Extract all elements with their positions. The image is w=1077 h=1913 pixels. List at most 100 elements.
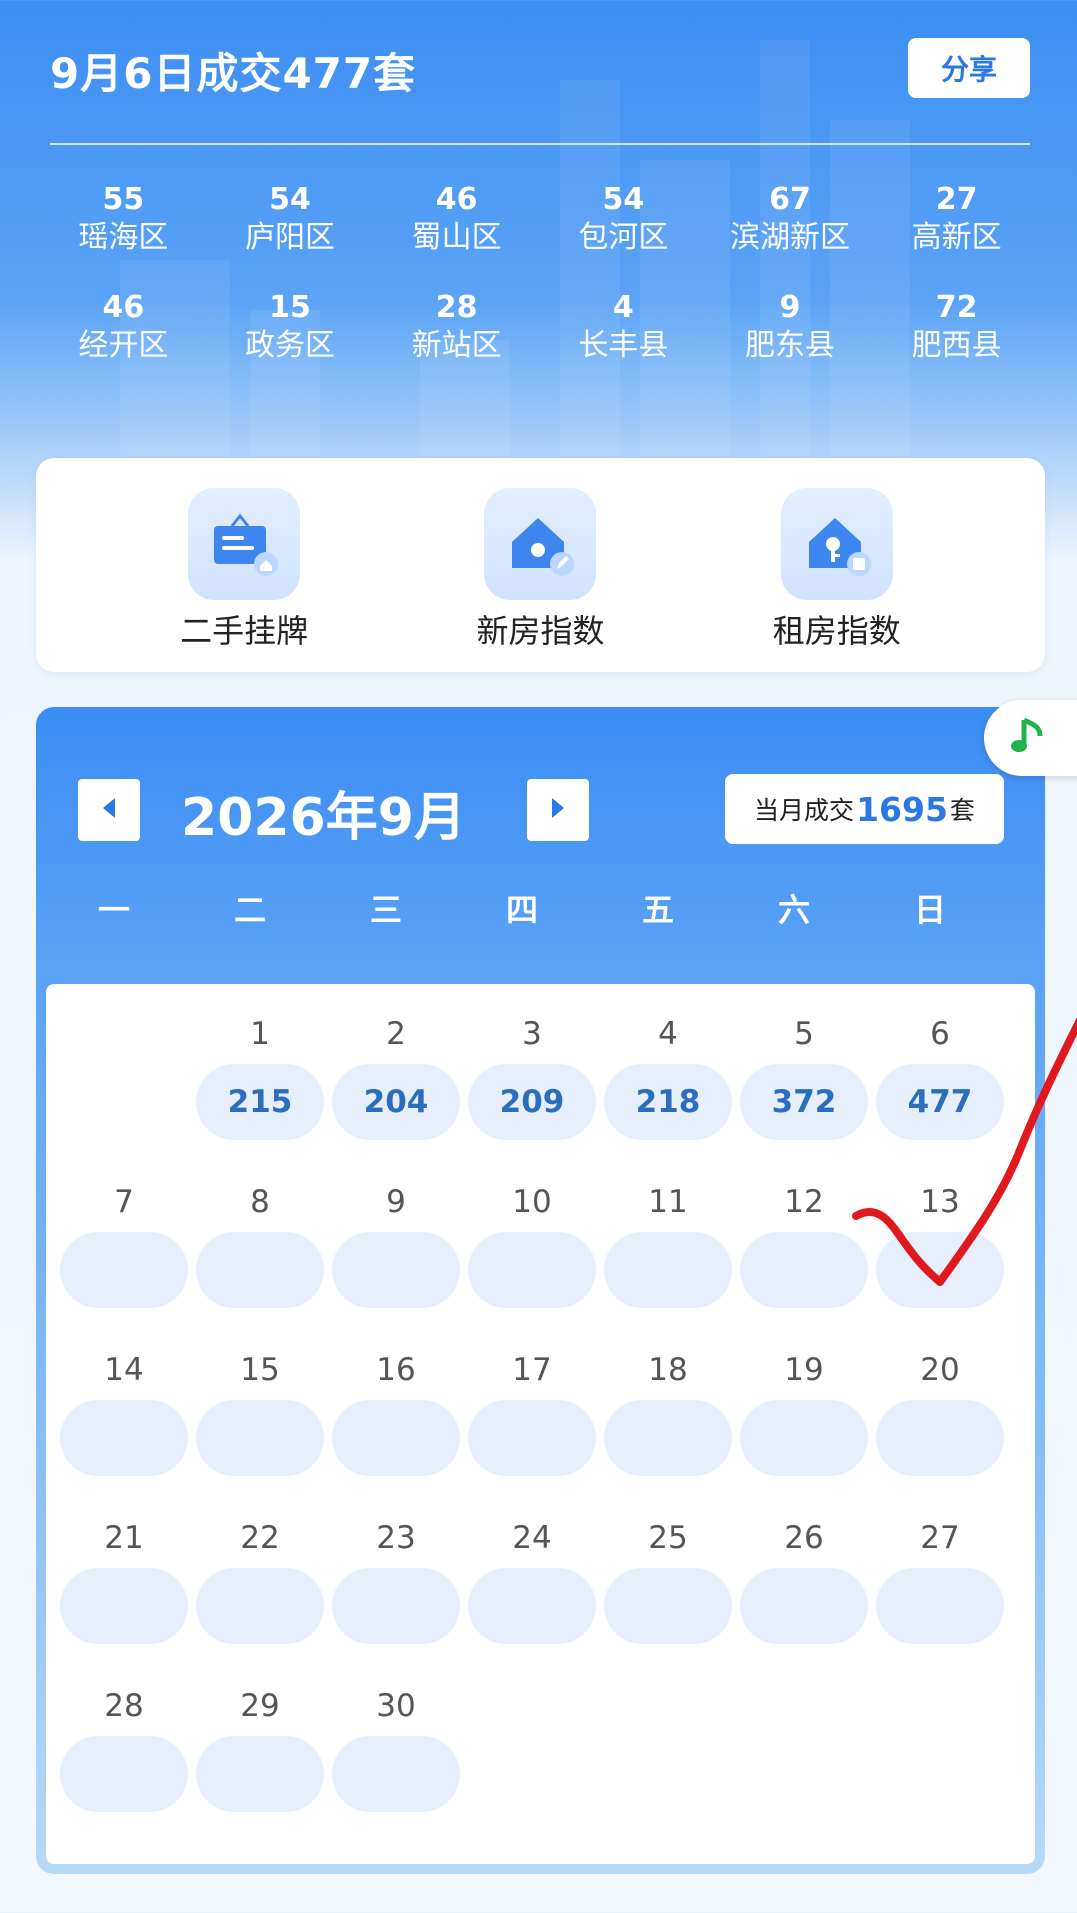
calendar-day[interactable]: 13 bbox=[872, 1172, 1008, 1340]
calendar-day[interactable]: 5 372 bbox=[736, 1004, 872, 1172]
calendar-day[interactable]: 30 bbox=[328, 1676, 464, 1844]
district-count: 27 bbox=[935, 182, 978, 217]
triangle-right-icon bbox=[548, 796, 568, 824]
day-number: 5 bbox=[794, 1016, 814, 1052]
district-item[interactable]: 55 瑶海区 bbox=[40, 182, 207, 258]
day-number: 21 bbox=[104, 1520, 144, 1556]
district-count: 9 bbox=[779, 290, 801, 325]
month-total-value: 1695 bbox=[856, 789, 948, 829]
district-item[interactable]: 46 蜀山区 bbox=[373, 182, 540, 258]
district-item[interactable]: 15 政务区 bbox=[207, 290, 374, 366]
day-number: 4 bbox=[658, 1016, 678, 1052]
day-number: 9 bbox=[386, 1184, 406, 1220]
day-number: 26 bbox=[784, 1520, 824, 1556]
calendar-day[interactable]: 19 bbox=[736, 1340, 872, 1508]
calendar-day[interactable]: 3 209 bbox=[464, 1004, 600, 1172]
shortcut-label: 二手挂牌 bbox=[180, 612, 309, 650]
calendar-day[interactable]: 18 bbox=[600, 1340, 736, 1508]
day-number: 15 bbox=[240, 1352, 280, 1388]
day-deal-count bbox=[332, 1400, 460, 1476]
prev-month-button[interactable] bbox=[78, 779, 140, 841]
day-number: 10 bbox=[512, 1184, 552, 1220]
district-name: 高新区 bbox=[911, 220, 1002, 255]
day-number: 14 bbox=[104, 1352, 144, 1388]
day-deal-count bbox=[196, 1400, 324, 1476]
calendar-day[interactable]: 28 bbox=[56, 1676, 192, 1844]
district-count: 67 bbox=[769, 182, 811, 217]
house-key-icon bbox=[780, 488, 893, 600]
calendar-day[interactable]: 15 bbox=[192, 1340, 328, 1508]
calendar-day[interactable]: 4 218 bbox=[600, 1004, 736, 1172]
music-button[interactable] bbox=[984, 700, 1077, 776]
day-number: 24 bbox=[512, 1520, 552, 1556]
music-note-icon bbox=[1010, 714, 1050, 762]
district-item[interactable]: 9 肥东县 bbox=[707, 290, 874, 366]
day-number: 27 bbox=[920, 1520, 960, 1556]
calendar-day[interactable]: 17 bbox=[464, 1340, 600, 1508]
calendar-day[interactable]: 12 bbox=[736, 1172, 872, 1340]
calendar-day[interactable]: 22 bbox=[192, 1508, 328, 1676]
calendar-day[interactable]: 9 bbox=[328, 1172, 464, 1340]
shortcut-rent-index[interactable]: 租房指数 bbox=[727, 458, 947, 672]
district-count: 4 bbox=[612, 290, 634, 325]
calendar-day[interactable]: 25 bbox=[600, 1508, 736, 1676]
district-item[interactable]: 72 肥西县 bbox=[873, 290, 1040, 366]
calendar-day[interactable]: 20 bbox=[872, 1340, 1008, 1508]
calendar-day[interactable]: 8 bbox=[192, 1172, 328, 1340]
day-number: 25 bbox=[648, 1520, 688, 1556]
calendar-day[interactable]: 23 bbox=[328, 1508, 464, 1676]
district-count: 54 bbox=[602, 182, 645, 217]
district-item[interactable]: 67 滨湖新区 bbox=[707, 182, 874, 258]
day-deal-count bbox=[740, 1400, 868, 1476]
day-deal-count: 372 bbox=[740, 1064, 868, 1140]
calendar-day[interactable]: 26 bbox=[736, 1508, 872, 1676]
day-deal-count bbox=[604, 1232, 732, 1308]
calendar-day[interactable]: 27 bbox=[872, 1508, 1008, 1676]
header-divider bbox=[50, 143, 1030, 145]
day-number: 13 bbox=[920, 1184, 960, 1220]
district-item[interactable]: 4 长丰县 bbox=[540, 290, 707, 366]
district-item[interactable]: 28 新站区 bbox=[373, 290, 540, 366]
day-deal-count bbox=[332, 1568, 460, 1644]
day-number: 18 bbox=[648, 1352, 688, 1388]
share-button[interactable]: 分享 bbox=[908, 38, 1030, 98]
calendar-day[interactable]: 11 bbox=[600, 1172, 736, 1340]
day-number: 12 bbox=[784, 1184, 824, 1220]
weekday-label: 四 bbox=[505, 891, 538, 929]
calendar-day[interactable]: 7 bbox=[56, 1172, 192, 1340]
district-name: 滨湖新区 bbox=[729, 220, 850, 255]
calendar-day[interactable]: 14 bbox=[56, 1340, 192, 1508]
calendar-day bbox=[56, 1004, 192, 1172]
shortcut-new-house-index[interactable]: 新房指数 bbox=[430, 458, 650, 672]
shortcut-listing[interactable]: 二手挂牌 bbox=[134, 458, 354, 672]
district-item[interactable]: 27 高新区 bbox=[873, 182, 1040, 258]
district-item[interactable]: 54 包河区 bbox=[540, 182, 707, 258]
district-item[interactable]: 46 经开区 bbox=[40, 290, 207, 366]
calendar-day[interactable]: 21 bbox=[56, 1508, 192, 1676]
day-number: 20 bbox=[920, 1352, 960, 1388]
calendar-day[interactable]: 24 bbox=[464, 1508, 600, 1676]
triangle-left-icon bbox=[99, 796, 119, 824]
day-deal-count bbox=[332, 1736, 460, 1812]
weekday-header: 一 二 三 四 五 六 日 bbox=[46, 885, 1045, 931]
calendar-day[interactable]: 2 204 bbox=[328, 1004, 464, 1172]
day-number: 6 bbox=[930, 1016, 950, 1052]
day-deal-count bbox=[740, 1568, 868, 1644]
district-count: 55 bbox=[102, 182, 145, 217]
district-name: 蜀山区 bbox=[411, 220, 502, 255]
district-item[interactable]: 54 庐阳区 bbox=[207, 182, 374, 258]
weekday-label: 六 bbox=[777, 891, 810, 929]
calendar-day[interactable]: 16 bbox=[328, 1340, 464, 1508]
district-name: 政务区 bbox=[244, 328, 335, 363]
day-deal-count bbox=[196, 1736, 324, 1812]
district-count: 46 bbox=[435, 182, 478, 217]
calendar-day[interactable]: 10 bbox=[464, 1172, 600, 1340]
calendar-day[interactable]: 1 215 bbox=[192, 1004, 328, 1172]
district-name: 经开区 bbox=[78, 328, 169, 363]
month-total-badge: 当月成交 1695 套 bbox=[725, 774, 1004, 844]
next-month-button[interactable] bbox=[527, 779, 589, 841]
day-number: 30 bbox=[376, 1688, 416, 1724]
day-number: 17 bbox=[512, 1352, 552, 1388]
calendar-day[interactable]: 6 477 bbox=[872, 1004, 1008, 1172]
calendar-day[interactable]: 29 bbox=[192, 1676, 328, 1844]
